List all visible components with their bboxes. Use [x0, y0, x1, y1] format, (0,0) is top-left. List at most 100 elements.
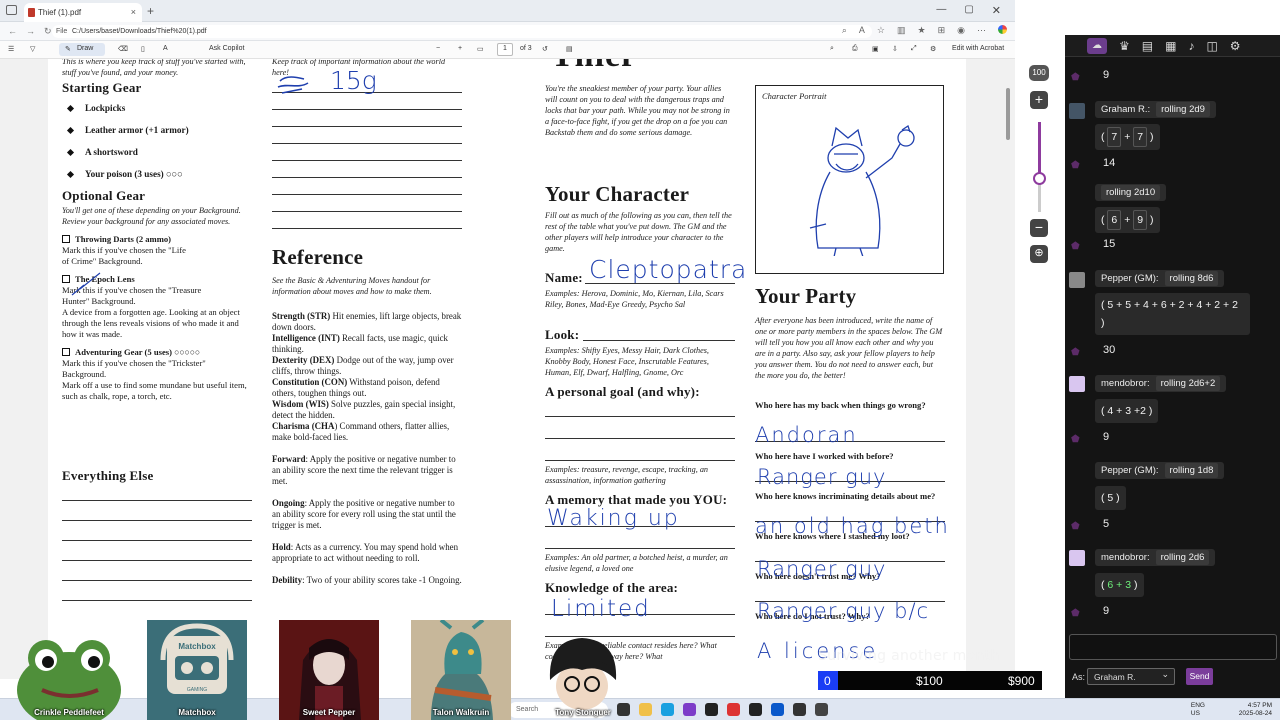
- compendium-tab-icon[interactable]: ▦: [1165, 39, 1176, 53]
- collections-icon[interactable]: ⊞: [938, 25, 946, 36]
- rotate-icon[interactable]: ↺: [542, 45, 548, 53]
- copilot-icon[interactable]: [998, 25, 1007, 34]
- app-icon[interactable]: [771, 703, 784, 716]
- draw-button[interactable]: ✎ Draw: [59, 43, 105, 56]
- portrait-label: Character Portrait: [762, 91, 827, 101]
- roll-header: Graham R.: rolling 2d9: [1095, 101, 1216, 118]
- zoom-plus-button[interactable]: +: [1030, 91, 1048, 109]
- app-icon[interactable]: [727, 703, 740, 716]
- adventuring-gear-label: Adventuring Gear (5 uses) ○○○○○: [75, 347, 201, 357]
- tab-thief-pdf[interactable]: Thief (1).pdf ×: [24, 3, 142, 22]
- character-portrait-box[interactable]: Character Portrait: [755, 85, 944, 274]
- edit-with-acrobat-button[interactable]: Edit with Acrobat: [952, 45, 1004, 52]
- character-tab-icon[interactable]: ♛: [1119, 39, 1130, 53]
- goal-current: 0: [824, 674, 831, 688]
- cam-name: Tony Stonguer: [555, 708, 611, 717]
- maximize-icon[interactable]: ▢: [964, 4, 973, 17]
- everything-else-lines[interactable]: [62, 500, 252, 601]
- print-icon[interactable]: ⎙: [852, 45, 858, 53]
- page-number-input[interactable]: 1: [497, 43, 513, 56]
- zoom-slider-fill: [1038, 122, 1041, 178]
- read-aloud-icon[interactable]: A: [859, 25, 865, 36]
- pen-icon: ✎: [65, 46, 71, 53]
- save-icon[interactable]: ▣: [872, 45, 879, 53]
- tab-actions-icon[interactable]: [6, 5, 17, 15]
- gear-item: Leather armor (+1 armor): [66, 125, 252, 135]
- diamond-bullet-icon: [66, 170, 75, 178]
- new-tab-button[interactable]: +: [147, 4, 154, 18]
- scribble-mark: [277, 76, 309, 94]
- search-pdf-icon[interactable]: ⌕: [830, 45, 834, 53]
- favorites-list-icon[interactable]: ★: [918, 25, 926, 36]
- save-as-icon[interactable]: ⇩: [892, 45, 898, 53]
- diamond-bullet-icon: [66, 148, 75, 156]
- adventuring-gear-checkbox[interactable]: [62, 348, 70, 356]
- dice-icon: ⬟: [1071, 608, 1080, 619]
- expand-icon[interactable]: ⤢: [911, 45, 917, 53]
- cards-tab-icon[interactable]: ♪: [1188, 39, 1194, 53]
- settings-icon[interactable]: ⚙: [930, 45, 936, 53]
- terminal-icon[interactable]: [705, 703, 718, 716]
- back-icon[interactable]: ←: [8, 26, 17, 37]
- ask-copilot-button[interactable]: Ask Copilot: [209, 45, 244, 52]
- look-line[interactable]: [583, 340, 735, 341]
- page-view-icon[interactable]: ▤: [566, 45, 573, 53]
- pdf-viewer[interactable]: This is where you keep track of stuff yo…: [0, 59, 1015, 679]
- gear-item: Your poison (3 uses) ○○○: [66, 169, 252, 179]
- erase-icon[interactable]: ⌫: [118, 45, 128, 53]
- throwing-darts-checkbox[interactable]: [62, 235, 70, 243]
- chat-tab-icon[interactable]: ☁: [1087, 37, 1107, 54]
- zoom-minus-button[interactable]: −: [1030, 219, 1048, 237]
- zoom-slider[interactable]: [1038, 122, 1041, 212]
- cam-sweet-pepper: Sweet Pepper: [279, 620, 379, 720]
- minimize-icon[interactable]: —: [936, 4, 946, 17]
- close-tab-icon[interactable]: ×: [131, 7, 136, 17]
- settings-tab-icon[interactable]: ⚙: [1230, 39, 1241, 53]
- adventuring-gear-desc: Mark this if you've chosen the "Trickste…: [62, 358, 206, 379]
- speaking-as-select[interactable]: Graham R.: [1087, 668, 1175, 685]
- discord-icon[interactable]: [683, 703, 696, 716]
- world-notes-lines[interactable]: [272, 92, 462, 229]
- contents-icon[interactable]: ☰: [8, 45, 14, 53]
- goal-lines[interactable]: [545, 416, 735, 461]
- read-aloud-pdf-icon[interactable]: A: [163, 45, 168, 52]
- file-explorer-icon[interactable]: [639, 703, 652, 716]
- more-icon[interactable]: ⋯: [977, 25, 986, 36]
- browser-tab-bar: Thief (1).pdf × + — ▢ ✕: [0, 0, 1015, 22]
- pdf-scrollbar[interactable]: [1005, 60, 1011, 674]
- send-button[interactable]: Send: [1186, 668, 1213, 685]
- url-field[interactable]: File C:/Users/baset/Downloads/Thief%20(1…: [52, 25, 872, 38]
- app-icon[interactable]: [815, 703, 828, 716]
- highlight-icon[interactable]: ▽: [30, 45, 35, 53]
- zoom-icon[interactable]: ⌕: [842, 25, 847, 36]
- clock[interactable]: 4:57 PM 2025-08-24: [1239, 702, 1272, 718]
- address-bar: ← → ↻ File C:/Users/baset/Downloads/Thie…: [0, 22, 1015, 41]
- dice-icon: ⬟: [1071, 347, 1080, 358]
- handwritten-answer: Ranger guy b/c: [757, 599, 930, 623]
- edge-icon[interactable]: [661, 703, 674, 716]
- epoch-lens-checkbox[interactable]: [62, 275, 70, 283]
- language-indicator[interactable]: ENG US: [1191, 702, 1205, 718]
- inventory-intro: This is where you keep track of stuff yo…: [62, 59, 246, 77]
- zoom-in-icon[interactable]: +: [458, 45, 462, 52]
- favorite-icon[interactable]: ☆: [877, 25, 885, 36]
- scrollbar-thumb[interactable]: [1006, 88, 1010, 140]
- app-icon[interactable]: [793, 703, 806, 716]
- pdf-toolbar: ☰ ▽ ✎ Draw ⌫ ▯ A Ask Copilot − + ▭ 1 of …: [0, 41, 1015, 59]
- profile-icon[interactable]: ◉: [957, 25, 965, 36]
- journal-tab-icon[interactable]: ▤: [1142, 39, 1153, 53]
- fit-page-icon[interactable]: ▭: [477, 45, 484, 53]
- split-screen-icon[interactable]: ▥: [897, 25, 906, 36]
- chat-input[interactable]: [1069, 634, 1277, 660]
- zoom-slider-knob[interactable]: [1033, 171, 1046, 185]
- stat-con: Constitution (CON) Withstand poison, def…: [272, 377, 440, 398]
- frog-avatar-icon: [17, 640, 121, 720]
- jukebox-tab-icon[interactable]: ◫: [1206, 39, 1217, 53]
- refresh-icon[interactable]: ↻: [44, 26, 52, 37]
- zoom-fit-icon[interactable]: ⊕: [1030, 245, 1048, 263]
- view-icon[interactable]: ▯: [141, 45, 145, 53]
- obs-icon[interactable]: [749, 703, 762, 716]
- zoom-out-icon[interactable]: −: [436, 45, 440, 52]
- close-window-icon[interactable]: ✕: [992, 4, 1001, 17]
- forward-icon[interactable]: →: [26, 26, 35, 37]
